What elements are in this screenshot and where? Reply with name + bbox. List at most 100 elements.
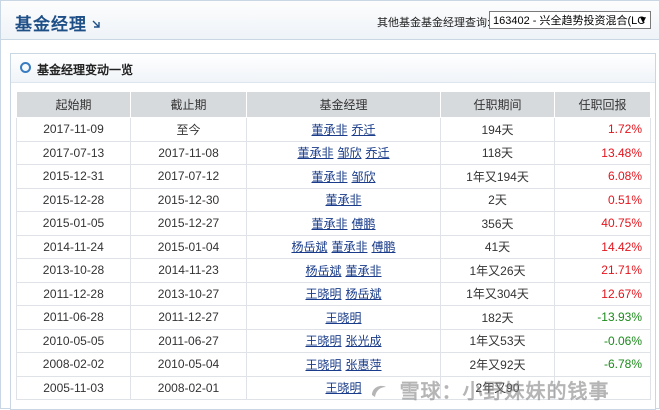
table-row: 2011-06-28 2011-12-27 王晓明 182天 -13.93% [16, 305, 651, 330]
manager-cell: 董承非 乔迁 [246, 117, 441, 142]
panel-title: 基金经理变动一览 [37, 63, 134, 77]
manager-link[interactable]: 杨岳斌 [346, 287, 382, 301]
end-date-cell: 2014-11-23 [130, 258, 247, 283]
table-row: 2017-07-13 2017-11-08 董承非 邹欣 乔迁 118天 13.48% [16, 140, 651, 165]
return-cell: -13.93% [554, 305, 651, 330]
tenure-cell: 194天 [440, 117, 555, 142]
manager-link[interactable]: 董承非 [311, 217, 347, 231]
column-header-start: 起始期 [16, 91, 131, 118]
manager-change-panel: 基金经理变动一览 起始期 截止期 基金经理 任职期间 任职回报 2017-11-… [10, 53, 656, 410]
start-date-cell: 2005-11-03 [16, 375, 131, 400]
tenure-cell: 41天 [440, 234, 555, 259]
manager-link[interactable]: 董承非 [311, 170, 347, 184]
column-header-manager: 基金经理 [246, 91, 441, 118]
end-date-cell: 2011-06-27 [130, 328, 247, 353]
tenure-cell: 1年又26天 [440, 258, 555, 283]
start-date-cell: 2008-02-02 [16, 352, 131, 377]
table-row: 2015-12-31 2017-07-12 董承非 邹欣 1年又194天 6.08% [16, 164, 651, 189]
fund-selector-dropdown[interactable]: 163402 - 兴全趋势投资混合(LC ▼ [489, 11, 651, 29]
panel-header: 基金经理变动一览 [11, 54, 655, 83]
manager-link[interactable]: 邹欣 [337, 146, 361, 160]
table-row: 2013-10-28 2014-11-23 杨岳斌 董承非 1年又26天 21.71% [16, 258, 651, 283]
manager-cell: 杨岳斌 董承非 [246, 258, 441, 283]
manager-link[interactable]: 乔迁 [366, 146, 390, 160]
return-cell: -6.78% [554, 352, 651, 377]
start-date-cell: 2013-10-28 [16, 258, 131, 283]
start-date-cell: 2015-12-28 [16, 187, 131, 212]
end-date-cell: 2017-11-08 [130, 140, 247, 165]
manager-link[interactable]: 王晓明 [305, 358, 341, 372]
return-cell: 6.08% [554, 164, 651, 189]
snowball-logo-icon [372, 385, 386, 397]
manager-cell: 王晓明 张惠萍 [246, 352, 441, 377]
return-cell: 13.48% [554, 140, 651, 165]
tenure-cell: 356天 [440, 211, 555, 236]
fund-selector-value: 163402 - 兴全趋势投资混合(LC [493, 15, 646, 27]
return-cell: 40.75% [554, 211, 651, 236]
table-row: 2011-12-28 2013-10-27 王晓明 杨岳斌 1年又304天 12.67% [16, 281, 651, 306]
column-header-end: 截止期 [130, 91, 247, 118]
manager-link[interactable]: 乔迁 [352, 123, 376, 137]
table-row: 2015-01-05 2015-12-27 董承非 傅鹏 356天 40.75% [16, 211, 651, 236]
manager-link[interactable]: 董承非 [311, 123, 347, 137]
start-date-cell: 2010-05-05 [16, 328, 131, 353]
circle-bullet-icon [20, 62, 31, 73]
column-header-return: 任职回报 [554, 91, 651, 118]
table-row: 2008-02-02 2010-05-04 王晓明 张惠萍 2年又92天 -6.78% [16, 352, 651, 377]
manager-link[interactable]: 张惠萍 [346, 358, 382, 372]
manager-cell: 王晓明 杨岳斌 [246, 281, 441, 306]
start-date-cell: 2014-11-24 [16, 234, 131, 259]
manager-link[interactable]: 邹欣 [352, 170, 376, 184]
manager-link[interactable]: 王晓明 [305, 287, 341, 301]
manager-table: 起始期 截止期 基金经理 任职期间 任职回报 2017-11-09 至今 董承非 乔迁… [16, 91, 651, 400]
manager-link[interactable]: 董承非 [325, 193, 361, 207]
tenure-cell: 1年又53天 [440, 328, 555, 353]
corner-arrow-icon [92, 20, 100, 28]
tenure-cell: 2天 [440, 187, 555, 212]
tenure-cell: 118天 [440, 140, 555, 165]
tenure-cell: 182天 [440, 305, 555, 330]
manager-cell: 董承非 邹欣 乔迁 [246, 140, 441, 165]
end-date-cell: 2015-12-27 [130, 211, 247, 236]
watermark: 雪球：小野妹妹的钱事 [369, 375, 610, 404]
table-row: 2014-11-24 2015-01-04 杨岳斌 董承非 傅鹏 41天 14.42% [16, 234, 651, 259]
start-date-cell: 2011-12-28 [16, 281, 131, 306]
tenure-cell: 1年又304天 [440, 281, 555, 306]
manager-link[interactable]: 傅鹏 [372, 240, 396, 254]
tenure-cell: 2年又92天 [440, 352, 555, 377]
page-title: 基金经理 [15, 15, 87, 34]
table-row: 2015-12-28 2015-12-30 董承非 2天 0.51% [16, 187, 651, 212]
manager-link[interactable]: 董承非 [346, 264, 382, 278]
column-header-tenure: 任职期间 [440, 91, 555, 118]
manager-cell: 杨岳斌 董承非 傅鹏 [246, 234, 441, 259]
header-bar: 基金经理 其他基金基金经理查询: 163402 - 兴全趋势投资混合(LC ▼ [1, 1, 659, 40]
manager-link[interactable]: 王晓明 [305, 334, 341, 348]
start-date-cell: 2015-12-31 [16, 164, 131, 189]
end-date-cell: 2011-12-27 [130, 305, 247, 330]
end-date-cell: 2017-07-12 [130, 164, 247, 189]
return-cell: 12.67% [554, 281, 651, 306]
manager-link[interactable]: 张光成 [346, 334, 382, 348]
manager-link[interactable]: 董承非 [297, 146, 333, 160]
manager-cell: 王晓明 [246, 305, 441, 330]
table-body: 2017-11-09 至今 董承非 乔迁 194天 1.72% 2017-07-13 2017… [16, 117, 651, 400]
manager-cell: 董承非 傅鹏 [246, 211, 441, 236]
end-date-cell: 2015-01-04 [130, 234, 247, 259]
manager-cell: 董承非 邹欣 [246, 164, 441, 189]
fund-selector-label: 其他基金基金经理查询: [377, 17, 491, 29]
manager-link[interactable]: 杨岳斌 [291, 240, 327, 254]
dropdown-arrow-icon[interactable]: ▼ [638, 12, 648, 28]
manager-cell: 董承非 [246, 187, 441, 212]
table-row: 2017-11-09 至今 董承非 乔迁 194天 1.72% [16, 117, 651, 142]
manager-link[interactable]: 王晓明 [325, 381, 361, 395]
manager-link[interactable]: 王晓明 [325, 311, 361, 325]
manager-link[interactable]: 杨岳斌 [305, 264, 341, 278]
start-date-cell: 2017-11-09 [16, 117, 131, 142]
start-date-cell: 2017-07-13 [16, 140, 131, 165]
manager-link[interactable]: 傅鹏 [352, 217, 376, 231]
watermark-text: 雪球：小野妹妹的钱事 [399, 381, 610, 403]
start-date-cell: 2011-06-28 [16, 305, 131, 330]
manager-link[interactable]: 董承非 [331, 240, 367, 254]
start-date-cell: 2015-01-05 [16, 211, 131, 236]
page-frame: 基金经理 其他基金基金经理查询: 163402 - 兴全趋势投资混合(LC ▼ … [0, 0, 660, 410]
